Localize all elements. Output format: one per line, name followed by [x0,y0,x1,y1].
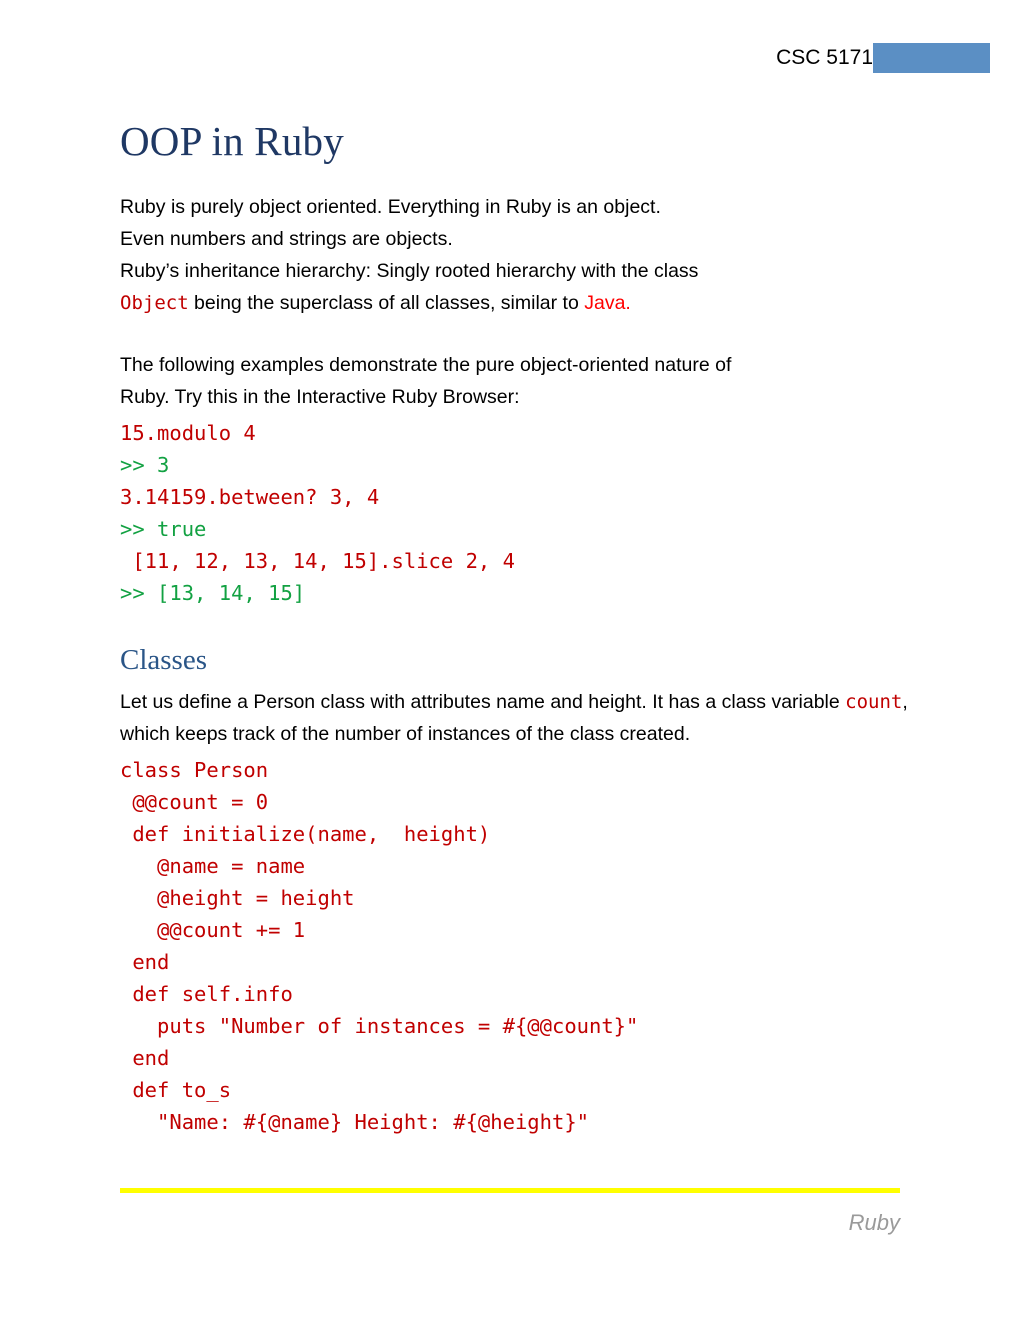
person-code-line-5: @@count += 1 [120,917,306,942]
examples-intro-line-1: The following examples demonstrate the p… [120,354,732,377]
person-code-line-3: @name = name [120,853,306,878]
irb-code-line-1: >> 3 [120,453,170,478]
inline-code-object: Object [120,292,189,315]
classes-description-part-1: Let us define a Person class with attrib… [120,690,846,713]
footer-label: Ruby [848,1210,900,1235]
irb-example-code-block: 15.modulo 4 >> 3 3.14159.between? 3, 4 >> t… [120,417,910,609]
header-course-label: CSC 5171 [776,46,873,69]
person-code-line-7: def self.info [120,981,293,1006]
page-header: CSC 5171 [0,42,990,74]
irb-code-line-4: [11, 12, 13, 14, 15].slice 2, 4 [120,549,515,574]
intro-line-4-text: being the superclass of all classes, sim… [188,292,585,315]
intro-java-reference: Java. [584,292,631,315]
examples-intro-line-2: Ruby. Try this in the Interactive Ruby B… [120,386,520,409]
header-selection-highlight [873,43,990,73]
intro-line-2: Even numbers and strings are objects. [120,228,453,251]
irb-code-line-5: >> [13, 14, 15] [120,581,306,606]
person-code-line-4: @height = height [120,885,355,910]
irb-code-line-2: 3.14159.between? 3, 4 [120,485,380,510]
classes-description: Let us define a Person class with attrib… [120,686,910,750]
irb-code-line-3: >> true [120,517,207,542]
intro-line-4: Object being the superclass of all class… [120,287,910,319]
page-footer: Ruby [120,1188,900,1237]
person-code-line-8: puts "Number of instances = #{@@count}" [120,1013,639,1038]
person-code-line-1: @@count = 0 [120,789,269,814]
irb-code-line-0: 15.modulo 4 [120,421,256,446]
person-code-line-10: def to_s [120,1077,232,1102]
document-content: OOP in Ruby Ruby is purely object orient… [120,118,910,1138]
footer-divider [120,1188,900,1193]
person-code-line-2: def initialize(name, height) [120,821,491,846]
intro-line-3: Ruby’s inheritance hierarchy: Singly roo… [120,260,699,283]
person-code-line-6: end [120,949,170,974]
person-code-line-9: end [120,1045,170,1070]
intro-line-1: Ruby is purely object oriented. Everythi… [120,196,661,219]
inline-code-count: count [845,690,903,713]
person-code-line-0: class Person [120,757,269,782]
person-class-code-block: class Person @@count = 0 def initialize(… [120,754,910,1138]
document-page: CSC 5171 OOP in Ruby Ruby is purely obje… [0,0,1020,1320]
section-heading-classes: Classes [120,644,207,677]
person-code-line-11: "Name: #{@name} Height: #{@height}" [120,1109,589,1134]
page-title: OOP in Ruby [120,118,344,164]
